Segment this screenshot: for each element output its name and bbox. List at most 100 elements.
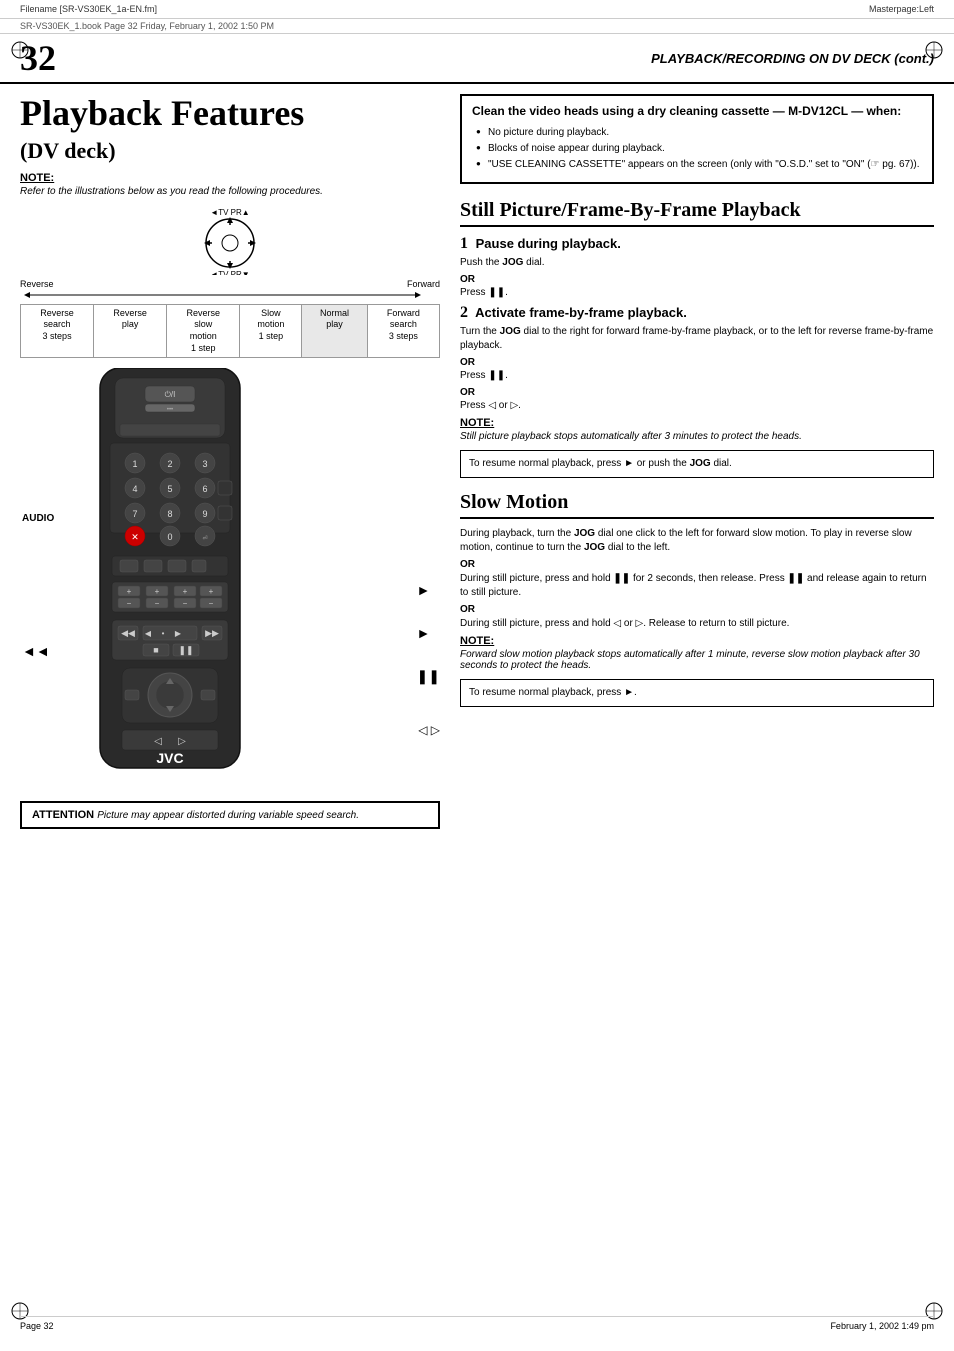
step2-or1: OR [460, 357, 934, 368]
left-column: Playback Features (DV deck) NOTE: Refer … [20, 94, 440, 829]
note-text: Refer to the illustrations below as you … [20, 186, 440, 197]
svg-text:0: 0 [167, 532, 172, 542]
cleaning-bullet-2: "USE CLEANING CASSETTE" appears on the s… [476, 158, 922, 171]
remote-svg-container: ⏻/I ••• 1 2 3 [70, 368, 270, 791]
step2-or2: OR [460, 387, 934, 398]
svg-text:⏻/I: ⏻/I [165, 390, 176, 399]
svg-text:⏎: ⏎ [202, 535, 207, 542]
audio-label: AUDIO [22, 513, 54, 524]
remote-control-svg: ⏻/I ••• 1 2 3 [70, 368, 270, 788]
slow-note-box: NOTE: Forward slow motion playback stops… [460, 635, 934, 671]
slow-body1: During playback, turn the JOG dial one c… [460, 527, 934, 555]
step2-heading-text: Activate frame-by-frame playback. [475, 305, 687, 320]
left-arrow: ◄◄ [22, 643, 50, 659]
speed-cell-5: Forwardsearch3 steps [367, 304, 439, 358]
svg-text:3: 3 [202, 459, 207, 469]
svg-text:+: + [127, 587, 132, 596]
page-wrapper: Filename [SR-VS30EK_1a-EN.fm] Masterpage… [0, 0, 954, 1351]
attention-label: ATTENTION [32, 809, 94, 821]
cleaning-bullets: No picture during playback. Blocks of no… [472, 126, 922, 171]
step1-press1: Press ❚❚. [460, 287, 934, 298]
svg-text:4: 4 [132, 484, 137, 494]
dial-container: ◄TV PR▲ [20, 205, 440, 275]
speed-cell-0: Reversesearch3 steps [21, 304, 94, 358]
corner-mark-tl [10, 40, 30, 60]
speed-diagram: ◄TV PR▲ [20, 205, 440, 359]
main-heading: Playback Features [20, 94, 440, 134]
svg-text:◀◀: ◀◀ [121, 628, 135, 638]
svg-text:▶: ▶ [175, 629, 182, 638]
slow-info-box: To resume normal playback, press ►. [460, 679, 934, 707]
right-arrows: ► ► ❚❚ [417, 568, 440, 698]
svg-text:−: − [155, 599, 160, 608]
still-note-box: NOTE: Still picture playback stops autom… [460, 417, 934, 442]
step2-body: Turn the JOG dial to the right for forwa… [460, 325, 934, 353]
still-info-box: To resume normal playback, press ► or pu… [460, 450, 934, 478]
step1-number: 1 [460, 235, 468, 252]
step1-or1: OR [460, 274, 934, 285]
svg-text:−: − [209, 599, 214, 608]
svg-text:✕: ✕ [131, 532, 139, 542]
speed-cell-4: Normalplay [302, 304, 367, 358]
svg-text:7: 7 [132, 509, 137, 519]
svg-text:◀: ◀ [145, 629, 152, 638]
forward-label: Forward [407, 279, 440, 289]
page-footer: Page 32 February 1, 2002 1:49 pm [20, 1316, 934, 1331]
filename-label: Filename [SR-VS30EK_1a-EN.fm] [20, 4, 157, 14]
svg-text:▷: ▷ [178, 736, 186, 747]
step1-body: Push the JOG dial. [460, 256, 934, 270]
slow-or1: OR [460, 559, 934, 570]
arrow-right-1: ► [417, 582, 440, 598]
svg-text:+: + [183, 587, 188, 596]
slow-body3: During still picture, press and hold ◁ o… [460, 617, 934, 631]
dial-svg: ◄TV PR▲ [150, 205, 310, 275]
doc-header: 32 PLAYBACK/RECORDING ON DV DECK (cont.) [0, 34, 954, 84]
svg-text:−: − [183, 599, 188, 608]
svg-text:•••: ••• [167, 407, 173, 413]
slow-info-text: To resume normal playback, press ►. [469, 687, 637, 698]
sub-heading: (DV deck) [20, 138, 440, 164]
note-label: NOTE: [20, 172, 440, 184]
svg-text:+: + [155, 587, 160, 596]
reverse-label: Reverse [20, 279, 54, 289]
svg-text:◄TV PR▲: ◄TV PR▲ [210, 208, 249, 217]
arrow-line [20, 290, 440, 300]
svg-text:▶▶: ▶▶ [205, 628, 219, 638]
svg-text:❚❚: ❚❚ [178, 645, 193, 656]
sub-header: SR-VS30EK_1.book Page 32 Friday, Februar… [0, 19, 954, 34]
svg-text:■: ■ [153, 645, 158, 655]
svg-text:1: 1 [132, 459, 137, 469]
step2-number: 2 [460, 304, 468, 321]
cleaning-box: Clean the video heads using a dry cleani… [460, 94, 934, 184]
direction-arrows: Reverse Forward [20, 279, 440, 300]
svg-text:+: + [209, 587, 214, 596]
cleaning-bullet-0: No picture during playback. [476, 126, 922, 139]
slow-or2: OR [460, 604, 934, 615]
pause-symbol: ❚❚ [417, 668, 440, 685]
cleaning-bullet-1: Blocks of noise appear during playback. [476, 142, 922, 155]
svg-text:6: 6 [202, 484, 207, 494]
corner-mark-tr [924, 40, 944, 60]
attention-box: ATTENTION Picture may appear distorted d… [20, 801, 440, 829]
svg-text:5: 5 [167, 484, 172, 494]
meta-header: Filename [SR-VS30EK_1a-EN.fm] Masterpage… [0, 0, 954, 19]
step2-press2: Press ◁ or ▷. [460, 400, 934, 411]
speed-cell-1: Reverseplay [94, 304, 167, 358]
chapter-title: PLAYBACK/RECORDING ON DV DECK (cont.) [56, 51, 934, 66]
footer-right: February 1, 2002 1:49 pm [830, 1321, 934, 1331]
arrow-right-2: ► [417, 625, 440, 641]
still-info-text: To resume normal playback, press ► or pu… [469, 458, 732, 469]
svg-text:2: 2 [167, 459, 172, 469]
svg-text:•: • [162, 629, 165, 638]
still-picture-title: Still Picture/Frame-By-Frame Playback [460, 198, 934, 227]
remote-area: AUDIO ⏻/I ••• [20, 368, 440, 791]
svg-text:◄TV PR▼: ◄TV PR▼ [210, 270, 249, 275]
svg-text:−: − [127, 599, 132, 608]
step2-press1: Press ❚❚. [460, 370, 934, 381]
speed-cell-3: Slowmotion1 step [240, 304, 302, 358]
still-picture-section: Still Picture/Frame-By-Frame Playback 1 … [460, 198, 934, 478]
frame-arrows: ◁ ▷ [418, 723, 440, 737]
slow-motion-section: Slow Motion During playback, turn the JO… [460, 490, 934, 707]
cleaning-title: Clean the video heads using a dry cleani… [472, 104, 922, 120]
svg-text:◁: ◁ [154, 736, 162, 747]
